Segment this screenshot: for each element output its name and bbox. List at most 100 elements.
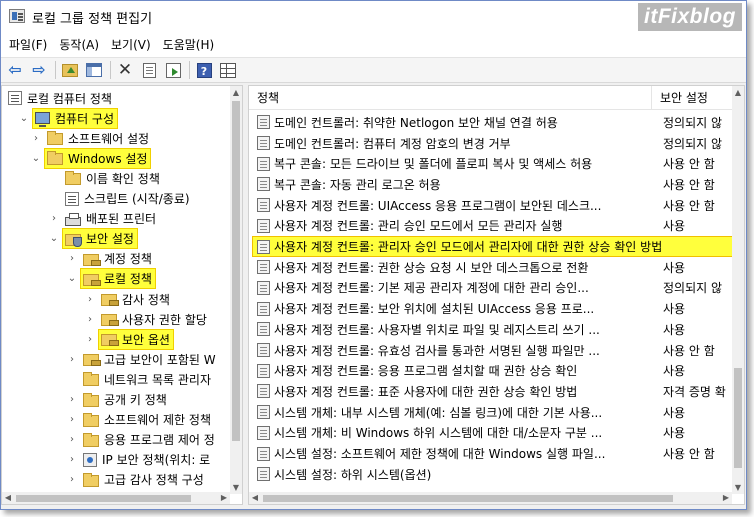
tree-horizontal-scrollbar[interactable]: ◀ ▶ — [2, 492, 230, 504]
collapse-chevron-icon[interactable]: › — [84, 333, 96, 345]
tree-vertical-scrollbar[interactable]: ▲ ▼ — [230, 86, 242, 494]
policy-row[interactable]: 도메인 컨트롤러: 컴퓨터 계정 암호의 변경 거부 정의되지 않 — [249, 133, 732, 154]
scroll-right-arrow-icon[interactable]: ▶ — [720, 492, 732, 504]
collapse-chevron-icon[interactable]: › — [84, 313, 96, 325]
collapse-chevron-icon[interactable]: › — [66, 394, 78, 406]
expand-chevron-icon[interactable]: ⌄ — [66, 273, 78, 285]
folder-icon — [47, 151, 63, 166]
policy-row[interactable]: 복구 콘솔: 모든 드라이브 및 폴더에 플로피 복사 및 액세스 허용 사용 안… — [249, 153, 732, 174]
policy-row[interactable]: 사용자 계정 컨트롤: 관리자 승인 모드에서 관리자에 대한 권한 상승 확인… — [249, 236, 737, 258]
computer-icon — [35, 112, 50, 128]
tree-item[interactable]: › 공개 키 정책 — [66, 390, 170, 410]
security-folder-icon — [101, 314, 119, 327]
tree-item-content: Windows 설정 — [43, 147, 152, 169]
tree-item-label: 이름 확인 정책 — [86, 171, 160, 186]
policy-row[interactable]: 사용자 계정 컨트롤: 표준 사용자에 대한 권한 상승 확인 방법 자격 증명 … — [249, 381, 732, 402]
scroll-left-arrow-icon[interactable]: ◀ — [2, 492, 14, 504]
tree-item[interactable]: ⌄ 로컬 정책 — [66, 268, 156, 290]
policy-list-pane[interactable]: 정책 보안 설정 도메인 컨트롤러: 취약한 Netlogon 보안 채널 연결… — [248, 85, 745, 505]
properties-button[interactable] — [138, 59, 160, 81]
expand-chevron-icon[interactable]: ⌄ — [48, 233, 60, 245]
scroll-left-arrow-icon[interactable]: ◀ — [249, 492, 261, 504]
policy-row[interactable]: 시스템 개체: 내부 시스템 개체(예: 심볼 링크)에 대한 기본 사용...… — [249, 402, 732, 423]
show-hide-tree-button[interactable] — [83, 59, 105, 81]
policy-row[interactable]: 시스템 설정: 하위 시스템(옵션) — [249, 464, 732, 485]
policy-row[interactable]: 사용자 계정 컨트롤: 기본 제공 관리자 계정에 대한 관리 승인... 정의되… — [249, 278, 732, 299]
tree-item[interactable]: ⌄ 보안 설정 — [48, 228, 138, 250]
policy-row[interactable]: 복구 콘솔: 자동 관리 로그온 허용 사용 안 함 — [249, 174, 732, 195]
collapse-chevron-icon[interactable]: › — [66, 474, 78, 486]
tree-item[interactable]: › 응용 프로그램 제어 정 — [66, 430, 218, 450]
scrollbar-thumb[interactable] — [232, 101, 240, 441]
forward-button[interactable]: ⇨ — [28, 59, 50, 81]
policy-row[interactable]: 사용자 계정 컨트롤: 보안 위치에 설치된 UIAccess 응용 프로...… — [249, 298, 732, 319]
export-list-button[interactable] — [162, 59, 184, 81]
policy-row[interactable]: 도메인 컨트롤러: 취약한 Netlogon 보안 채널 연결 허용 정의되지 않 — [249, 112, 732, 133]
column-header-policy[interactable]: 정책 — [249, 86, 652, 110]
policy-setting-icon — [257, 425, 270, 440]
tree-item[interactable]: › 소프트웨어 제한 정책 — [66, 410, 214, 430]
tree-item[interactable]: 로컬 컴퓨터 정책 — [6, 88, 115, 108]
tree-item[interactable]: › 계정 정책 — [66, 249, 155, 269]
delete-button[interactable]: ✕ — [114, 59, 136, 81]
security-folder-icon — [83, 253, 101, 266]
computer-policy-icon — [8, 91, 22, 105]
policy-row[interactable]: 사용자 계정 컨트롤: 권한 상승 요청 시 보안 데스크톱으로 전환 사용 — [249, 257, 732, 278]
tree-item-label: 보안 설정 — [86, 232, 134, 247]
policy-setting-icon — [257, 239, 270, 254]
tree-item[interactable]: › IP 보안 정책(위치: 로 — [66, 450, 213, 470]
collapse-chevron-icon[interactable]: › — [66, 414, 78, 426]
menu-action[interactable]: 동작(A) — [53, 34, 105, 56]
tree-item-content: 사용자 권한 할당 — [99, 310, 210, 329]
collapse-chevron-icon[interactable]: › — [84, 293, 96, 305]
tree-item-content: 로컬 컴퓨터 정책 — [6, 89, 115, 108]
policy-row[interactable]: 시스템 개체: 비 Windows 하위 시스템에 대한 대/소문자 구분 ..… — [249, 423, 732, 444]
collapse-chevron-icon[interactable]: › — [66, 454, 78, 466]
policy-row[interactable]: 사용자 계정 컨트롤: 유효성 검사를 통과한 서명된 실행 파일만 ... 사용… — [249, 340, 732, 361]
security-setting-value: 사용 — [663, 364, 686, 379]
collapse-chevron-icon[interactable]: › — [66, 353, 78, 365]
scrollbar-thumb[interactable] — [734, 368, 742, 468]
tree-item[interactable]: › 배포된 프린터 — [48, 209, 159, 229]
tree-item[interactable]: ⌄ 컴퓨터 구성 — [18, 107, 119, 129]
policy-row[interactable]: 사용자 계정 컨트롤: 관리 승인 모드에서 모든 관리자 실행 사용 — [249, 216, 732, 237]
tree-pane[interactable]: 로컬 컴퓨터 정책 ⌄ 컴퓨터 구성 › 소프트웨어 설정 ⌄ Windows 설정 이름 확… — [1, 85, 243, 505]
expand-chevron-icon[interactable]: ⌄ — [18, 112, 30, 124]
collapse-chevron-icon[interactable]: › — [66, 434, 78, 446]
help-button[interactable]: ? — [193, 59, 215, 81]
expand-chevron-icon[interactable]: ⌄ — [30, 152, 42, 164]
scroll-down-arrow-icon[interactable]: ▼ — [732, 481, 744, 494]
tree-item[interactable]: 이름 확인 정책 — [48, 168, 163, 188]
up-one-level-button[interactable] — [59, 59, 81, 81]
tree-item[interactable]: 네트워크 목록 관리자 — [66, 369, 214, 389]
scroll-right-arrow-icon[interactable]: ▶ — [218, 492, 230, 504]
menu-view[interactable]: 보기(V) — [105, 34, 157, 56]
list-horizontal-scrollbar[interactable]: ◀ ▶ — [249, 492, 732, 504]
scroll-down-arrow-icon[interactable]: ▼ — [230, 481, 242, 494]
collapse-chevron-icon[interactable]: › — [30, 132, 42, 144]
collapse-chevron-icon[interactable]: › — [66, 253, 78, 265]
grid-view-button[interactable] — [217, 59, 239, 81]
tree-item[interactable]: › 보안 옵션 — [84, 328, 174, 350]
collapse-chevron-icon[interactable]: › — [48, 213, 60, 225]
scroll-up-arrow-icon[interactable]: ▲ — [732, 86, 744, 99]
list-vertical-scrollbar[interactable]: ▲ ▼ — [732, 86, 744, 494]
tree-item[interactable]: › 사용자 권한 할당 — [84, 309, 210, 329]
scrollbar-thumb[interactable] — [16, 495, 191, 502]
tree-item[interactable]: › 감사 정책 — [84, 289, 173, 309]
policy-row[interactable]: 사용자 계정 컨트롤: UIAccess 응용 프로그램이 보안된 데스크...… — [249, 195, 732, 216]
tree-item[interactable]: ⌄ Windows 설정 — [30, 147, 152, 169]
policy-row[interactable]: 사용자 계정 컨트롤: 사용자별 위치로 파일 및 레지스트리 쓰기 ... 사용 — [249, 319, 732, 340]
scroll-up-arrow-icon[interactable]: ▲ — [230, 86, 242, 99]
tree-item[interactable]: 스크립트 (시작/종료) — [48, 189, 193, 209]
scrollbar-thumb[interactable] — [263, 495, 673, 502]
tree-item[interactable]: › 고급 보안이 포함된 W — [66, 349, 219, 369]
tree-item[interactable]: › 고급 감사 정책 구성 — [66, 470, 207, 490]
tree-item[interactable]: › 소프트웨어 설정 — [30, 128, 152, 148]
menu-help[interactable]: 도움말(H) — [157, 34, 221, 56]
menu-file[interactable]: 파일(F) — [3, 34, 53, 56]
policy-row[interactable]: 사용자 계정 컨트롤: 응용 프로그램 설치할 때 권한 상승 확인 사용 — [249, 360, 732, 381]
policy-row[interactable]: 시스템 설정: 소프트웨어 제한 정책에 대한 Windows 실행 파일...… — [249, 443, 732, 464]
back-button[interactable]: ⇦ — [4, 59, 26, 81]
security-folder-icon — [83, 273, 101, 286]
